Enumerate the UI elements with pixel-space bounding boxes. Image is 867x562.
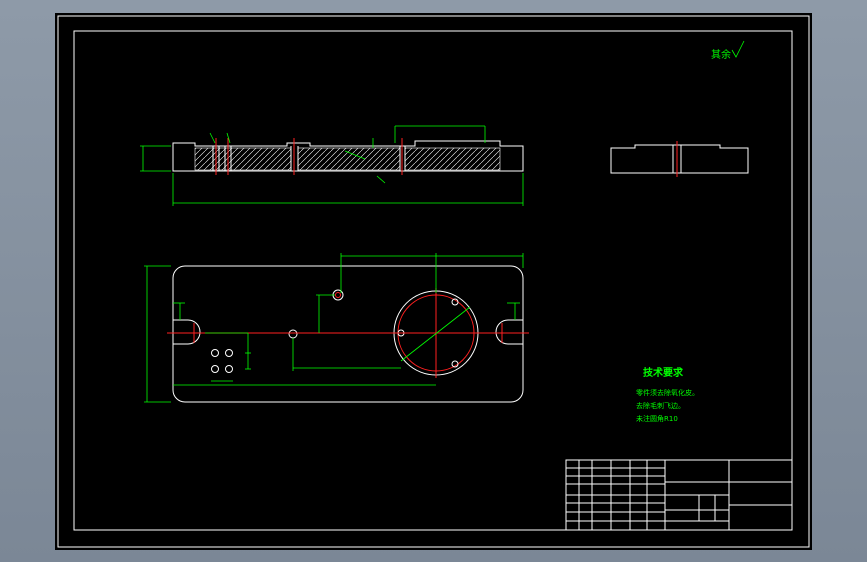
tech-req-line-3: 未注圆角R10: [636, 414, 678, 423]
tech-req-line-1: 零件须去除氧化皮。: [636, 388, 699, 397]
surface-finish-symbol: 其余: [711, 40, 745, 61]
side-view[interactable]: [610, 141, 749, 177]
surface-finish-note: 其余: [711, 48, 731, 61]
plan-view[interactable]: [144, 253, 529, 403]
section-view[interactable]: [140, 125, 524, 206]
cad-drawing: 其余 技术要求 零件须去除氧化皮。 去除毛刺飞边。 未注圆角R10: [57, 15, 810, 548]
drawing-canvas[interactable]: 其余 技术要求 零件须去除氧化皮。 去除毛刺飞边。 未注圆角R10: [55, 13, 812, 550]
title-block[interactable]: [565, 459, 793, 531]
inner-border: [73, 30, 793, 531]
technical-requirements: 技术要求 零件须去除氧化皮。 去除毛刺飞边。 未注圆角R10: [636, 366, 699, 423]
outer-border: [57, 15, 810, 548]
tech-req-title: 技术要求: [643, 366, 684, 379]
tech-req-line-2: 去除毛刺飞边。: [636, 401, 685, 410]
